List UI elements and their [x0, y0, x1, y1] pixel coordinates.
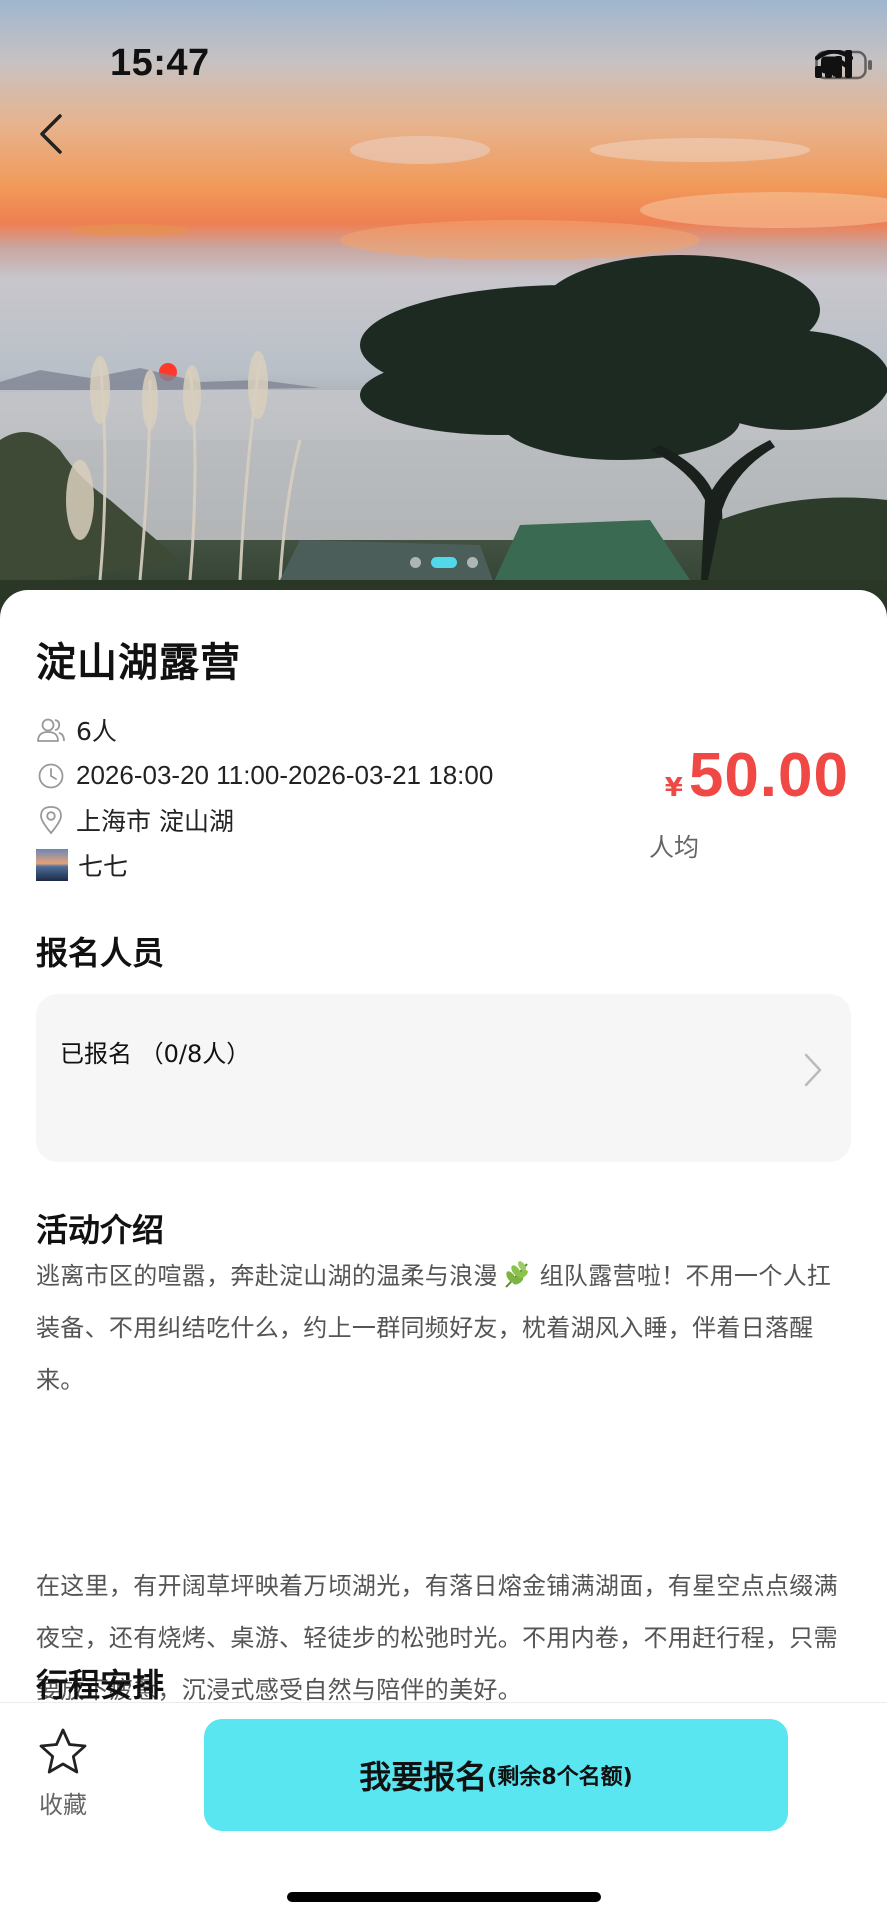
back-button[interactable]: [38, 112, 78, 168]
organizer-row[interactable]: 七七: [36, 847, 128, 883]
carousel-dot[interactable]: [409, 557, 421, 568]
intro-paragraph-1: 逃离市区的喧嚣，奔赴淀山湖的温柔与浪漫 组队露营啦！不用一个人扛装备、不用纠结吃…: [36, 1250, 852, 1406]
people-count: 6人: [76, 717, 117, 746]
intro-section-title: 活动介绍: [36, 1211, 165, 1249]
price-currency: ¥: [664, 773, 683, 803]
signup-button-label: 我要报名: [359, 1758, 488, 1796]
carousel-dot[interactable]: [466, 557, 478, 568]
back-arrow-icon: [40, 114, 62, 154]
bottom-action-bar: 收藏 我要报名 (剩余8个名额): [0, 1702, 887, 1920]
carousel-indicator: [0, 557, 887, 568]
battery-icon: [815, 50, 872, 80]
signup-button[interactable]: 我要报名 (剩余8个名额): [204, 1719, 788, 1831]
people-row: 6人: [36, 712, 117, 748]
signup-section-title: 报名人员: [36, 934, 165, 972]
clock-icon: [36, 761, 66, 791]
event-time-range: 2026-03-20 11:00-2026-03-21 18:00: [76, 760, 494, 790]
price-unit: 人均: [649, 833, 700, 862]
location-pin-icon: [36, 805, 66, 835]
hero-photo-carousel[interactable]: 15:47: [0, 0, 887, 620]
organizer-avatar[interactable]: [36, 849, 68, 881]
organizer-name: 七七: [78, 852, 129, 881]
registered-members-card[interactable]: 已报名 （0/8人）: [36, 994, 851, 1162]
chevron-right-icon: [804, 1053, 822, 1087]
carousel-dot-active[interactable]: [430, 557, 457, 568]
signup-button-remaining: (剩余8个名额): [487, 1765, 633, 1790]
herb-emoji-icon: [504, 1261, 528, 1288]
time-row: 2026-03-20 11:00-2026-03-21 18:00: [36, 760, 493, 791]
favorite-button[interactable]: 收藏: [28, 1727, 98, 1820]
registered-count: 已报名 （0/8人）: [60, 1040, 251, 1068]
home-indicator[interactable]: [287, 1892, 601, 1902]
location-row[interactable]: 上海市 淀山湖: [36, 802, 234, 838]
schedule-section-title: 行程安排: [36, 1666, 165, 1704]
event-location: 上海市 淀山湖: [76, 807, 234, 836]
event-title: 淀山湖露营: [36, 640, 241, 686]
star-icon: [39, 1728, 87, 1774]
status-time: 15:47: [110, 42, 210, 84]
people-icon: [36, 715, 66, 745]
event-detail-page: 15:47 淀山湖露营 6人 2026-03-20 11:00-2026-03-…: [0, 0, 887, 1920]
intro-paragraph-1-before: 逃离市区的喧嚣，奔赴淀山湖的温柔与浪漫: [36, 1262, 498, 1290]
price: ¥ 50.00: [665, 740, 849, 811]
favorite-label: 收藏: [39, 1791, 87, 1819]
price-amount: 50.00: [688, 741, 849, 810]
status-bar: 15:47: [0, 0, 887, 120]
